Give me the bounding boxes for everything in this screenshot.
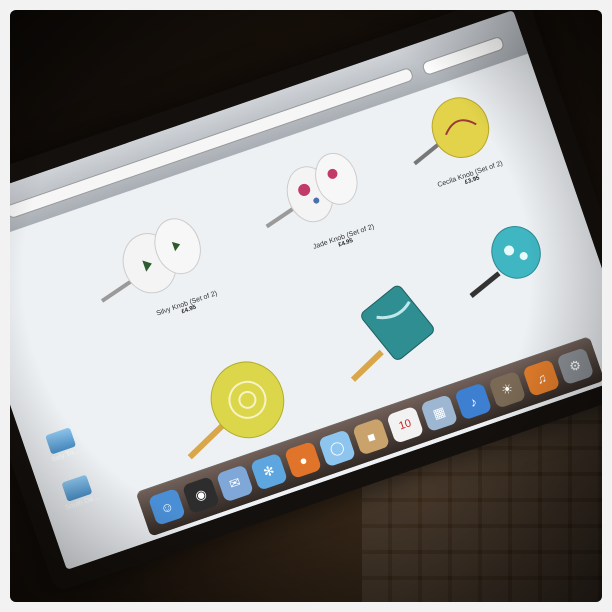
preview-icon[interactable]: ▦ (420, 394, 459, 433)
system-preferences-icon[interactable]: ⚙ (556, 347, 595, 386)
firefox-icon[interactable]: ● (283, 440, 323, 480)
product-jade[interactable]: Jade Knob (Set of 2) £4.95 (247, 132, 390, 256)
mail-icon[interactable]: ✉ (215, 464, 255, 503)
garageband-icon[interactable]: ♫ (522, 358, 561, 398)
safari-icon[interactable]: ✻ (249, 452, 289, 491)
photo-frame: Silvy Knob (Set of 2) £4.95 Jade Knob (S… (10, 10, 602, 602)
teal-square-knob-image (350, 285, 434, 382)
product-cecila[interactable]: Cecila Knob (Set of 2) £3.95 (395, 77, 516, 189)
product-teal-square[interactable] (324, 271, 451, 398)
itunes-icon[interactable]: ♪ (454, 382, 493, 421)
teal-round-knob-image (469, 226, 541, 298)
iphoto-icon[interactable]: ☀ (488, 370, 527, 409)
dashboard-icon[interactable]: ◉ (181, 476, 221, 515)
ical-icon[interactable]: 10 (386, 405, 425, 444)
ical-date: 10 (397, 417, 413, 433)
ichat-icon[interactable]: ◯ (318, 429, 357, 468)
product-silvy[interactable]: Silvy Knob (Set of 2) £4.95 (80, 197, 232, 324)
finder-icon[interactable]: ☺ (147, 487, 186, 526)
address-book-icon[interactable]: ■ (352, 417, 391, 456)
product-teal-round[interactable] (450, 210, 561, 315)
